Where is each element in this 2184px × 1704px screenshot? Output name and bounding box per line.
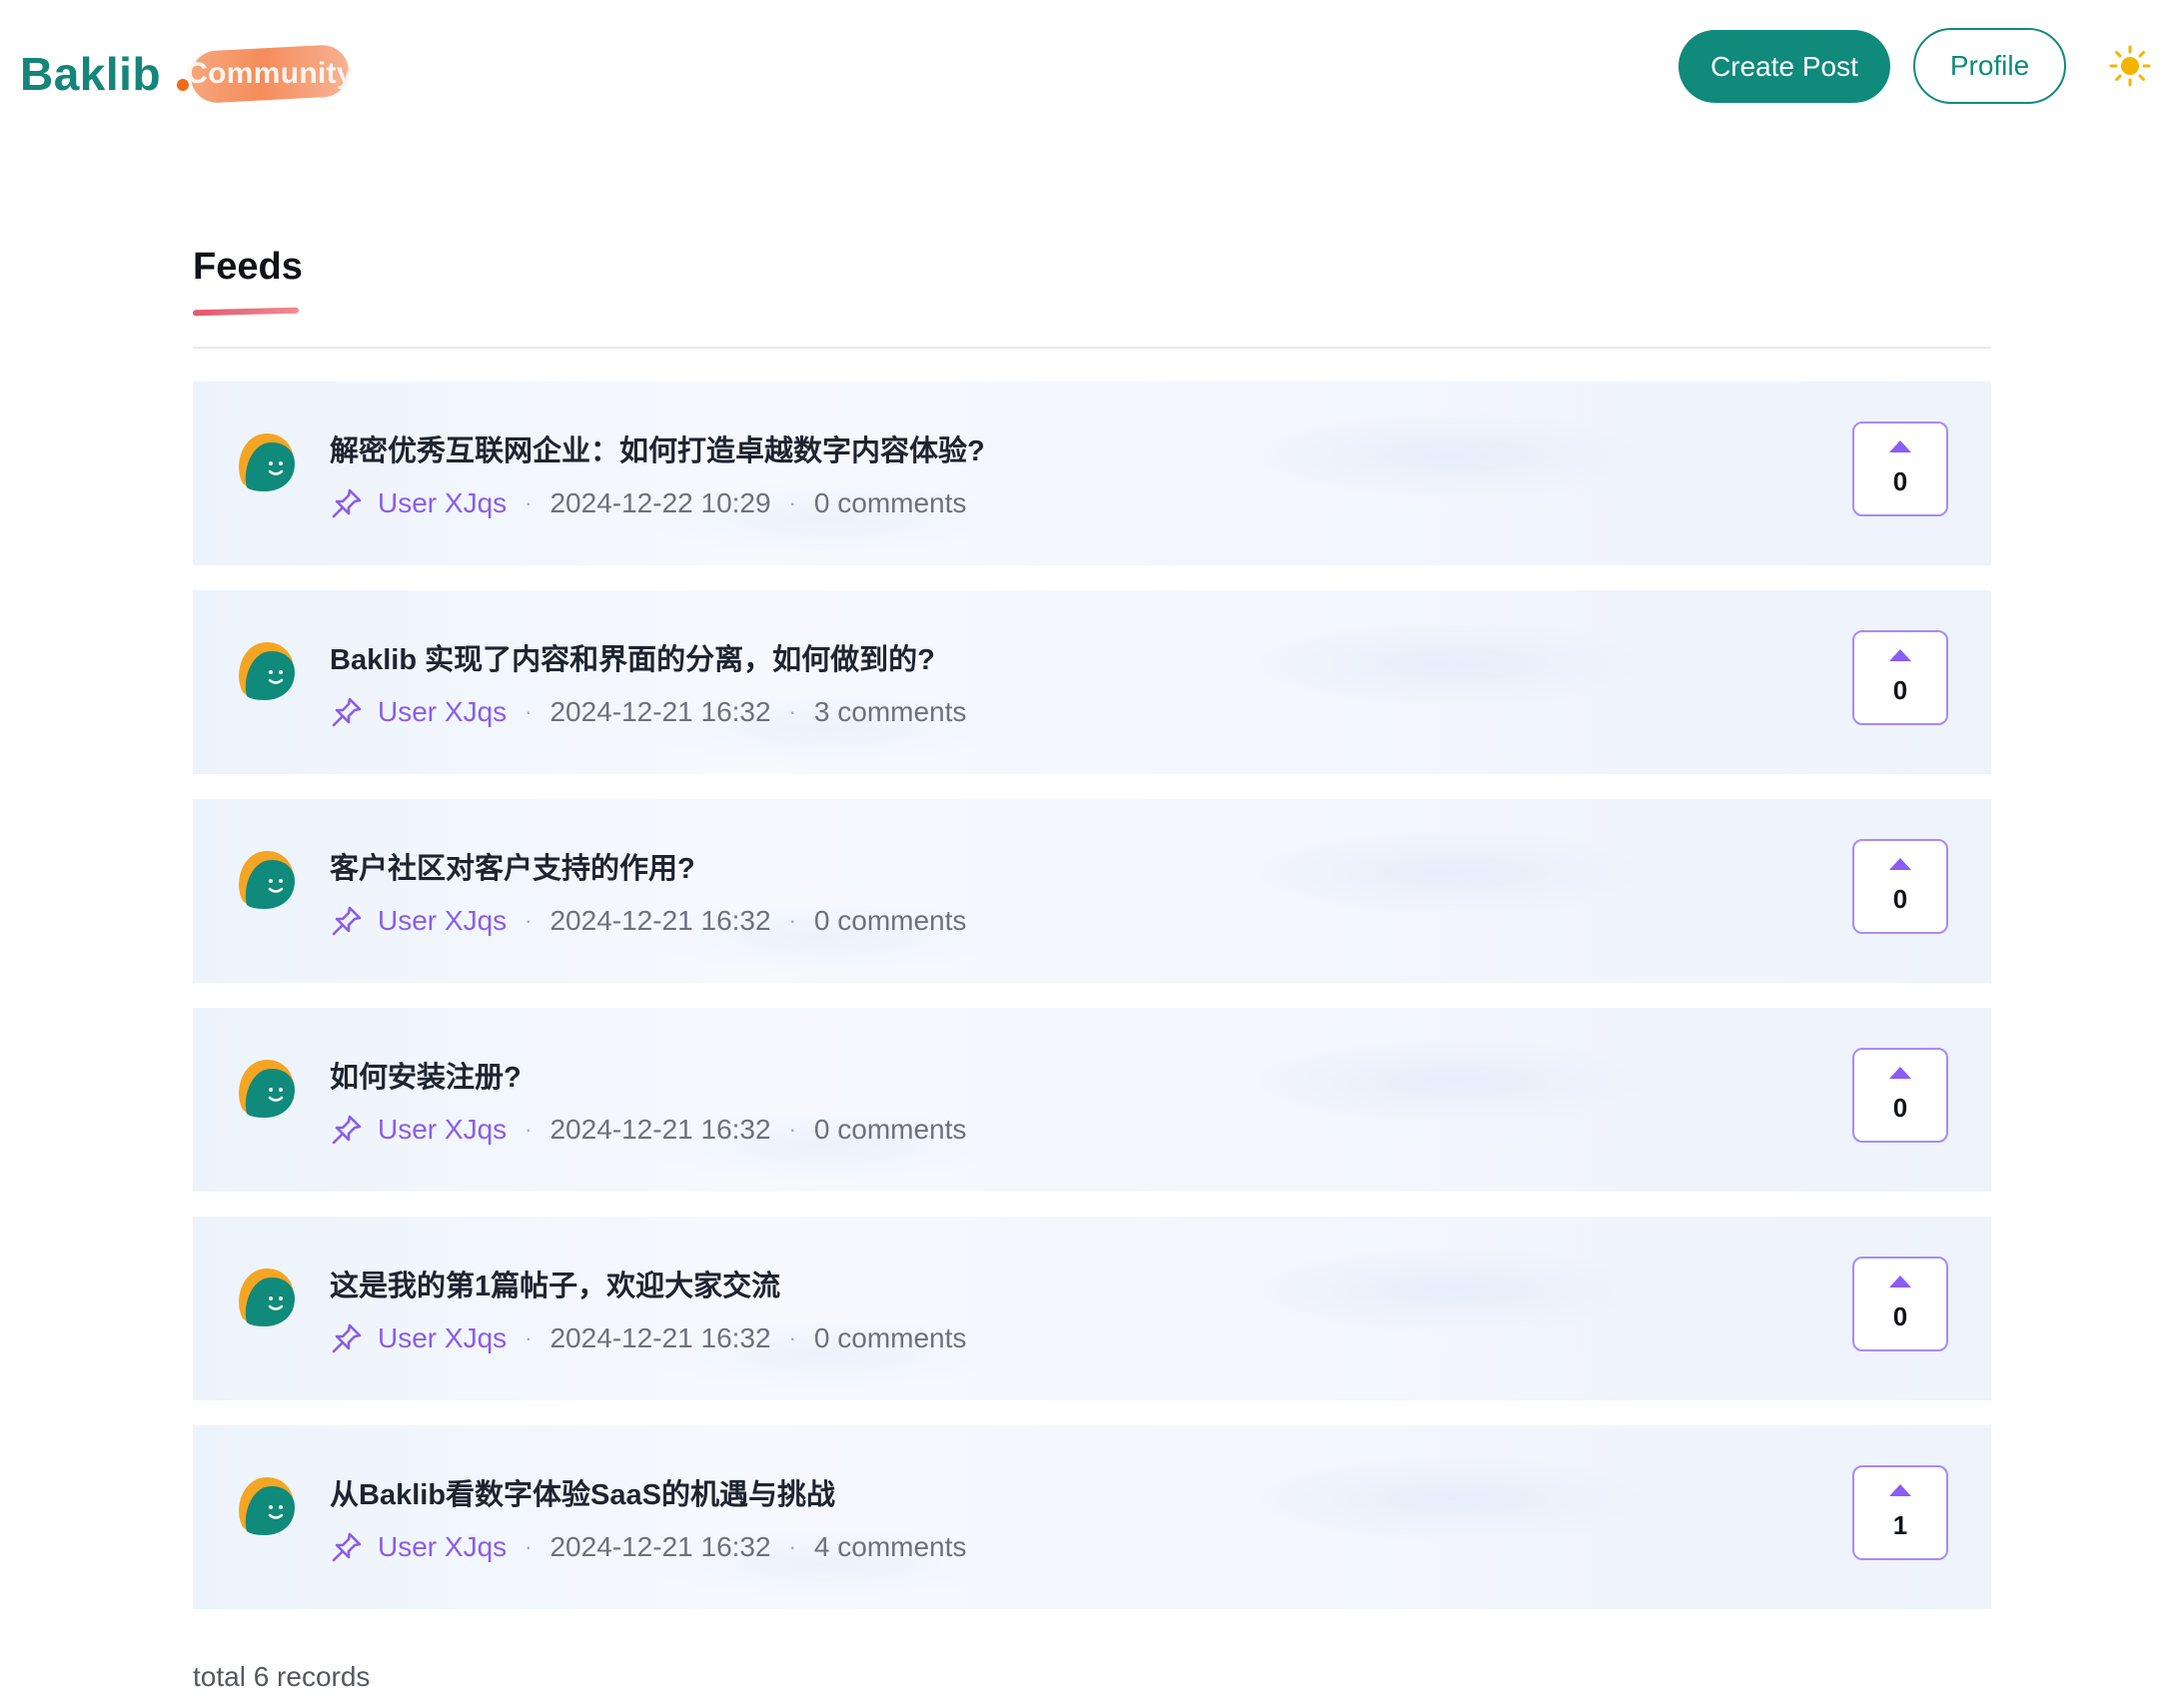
meta-separator: · <box>788 1534 796 1559</box>
create-post-button[interactable]: Create Post <box>1678 30 1890 103</box>
post-meta: User XJqs · 2024-12-21 16:32 · 0 comment… <box>330 1112 966 1148</box>
feed-item[interactable]: Baklib 实现了内容和界面的分离，如何做到的? User XJqs · 20… <box>193 590 1991 774</box>
meta-separator: · <box>788 490 796 515</box>
meta-separator: · <box>525 908 533 933</box>
tab-feeds[interactable]: Feeds <box>193 246 303 289</box>
post-comments[interactable]: 0 comments <box>814 1322 967 1354</box>
post-author[interactable]: User XJqs <box>378 1114 507 1146</box>
meta-separator: · <box>525 1325 533 1350</box>
feed-item[interactable]: 客户社区对客户支持的作用? User XJqs · 2024-12-21 16:… <box>193 799 1991 983</box>
meta-separator: · <box>788 908 796 933</box>
profile-button[interactable]: Profile <box>1913 28 2066 104</box>
post-author[interactable]: User XJqs <box>378 696 507 728</box>
avatar-icon[interactable] <box>233 638 297 702</box>
pin-icon <box>332 1532 362 1562</box>
total-records: total 6 records <box>193 1661 371 1692</box>
post-author[interactable]: User XJqs <box>378 487 507 519</box>
feed-item[interactable]: 解密优秀互联网企业：如何打造卓越数字内容体验? User XJqs · 2024… <box>193 382 1991 565</box>
post-title[interactable]: 这是我的第1篇帖子，欢迎大家交流 <box>330 1263 780 1304</box>
meta-separator: · <box>525 1534 533 1559</box>
upvote-arrow-icon <box>1889 440 1911 452</box>
post-comments[interactable]: 4 comments <box>814 1531 967 1563</box>
meta-separator: · <box>525 490 533 515</box>
logo-badge: Community <box>186 43 354 105</box>
pin-icon <box>332 1115 362 1145</box>
sun-icon[interactable] <box>2108 44 2152 88</box>
post-meta: User XJqs · 2024-12-21 16:32 · 0 comment… <box>330 903 966 939</box>
logo-text: Baklib <box>20 48 162 100</box>
avatar-icon[interactable] <box>233 1265 297 1328</box>
post-comments[interactable]: 0 comments <box>814 487 967 519</box>
upvote-arrow-icon <box>1889 649 1911 661</box>
avatar-icon[interactable] <box>233 1473 297 1537</box>
post-meta: User XJqs · 2024-12-21 16:32 · 3 comment… <box>330 694 966 730</box>
post-author[interactable]: User XJqs <box>378 905 507 937</box>
upvote-button[interactable]: 0 <box>1852 1048 1948 1143</box>
feed-tabs: Feeds <box>192 246 1991 349</box>
feed-item[interactable]: 如何安装注册? User XJqs · 2024-12-21 16:32 · 0… <box>193 1008 1991 1192</box>
pin-icon <box>332 697 362 727</box>
avatar-icon[interactable] <box>233 847 297 911</box>
post-comments[interactable]: 3 comments <box>814 696 967 728</box>
meta-separator: · <box>788 1117 796 1142</box>
pin-icon <box>332 488 362 518</box>
upvote-button[interactable]: 1 <box>1852 1465 1948 1560</box>
vote-count: 0 <box>1892 466 1908 496</box>
upvote-arrow-icon <box>1889 1276 1911 1287</box>
vote-count: 0 <box>1892 675 1908 705</box>
upvote-arrow-icon <box>1889 858 1911 870</box>
upvote-button[interactable]: 0 <box>1852 630 1948 725</box>
vote-count: 0 <box>1892 884 1908 914</box>
upvote-button[interactable]: 0 <box>1852 422 1948 516</box>
post-meta: User XJqs · 2024-12-21 16:32 · 0 comment… <box>330 1320 966 1356</box>
upvote-button[interactable]: 0 <box>1852 1257 1948 1351</box>
post-date: 2024-12-21 16:32 <box>549 1531 771 1562</box>
vote-count: 0 <box>1892 1093 1908 1123</box>
feed-list: 解密优秀互联网企业：如何打造卓越数字内容体验? User XJqs · 2024… <box>193 382 1991 1634</box>
post-author[interactable]: User XJqs <box>378 1531 507 1563</box>
post-meta: User XJqs · 2024-12-22 10:29 · 0 comment… <box>330 485 966 521</box>
meta-separator: · <box>788 1325 796 1350</box>
post-title[interactable]: 客户社区对客户支持的作用? <box>330 845 695 887</box>
post-title[interactable]: 如何安装注册? <box>330 1054 522 1096</box>
post-date: 2024-12-21 16:32 <box>549 905 771 936</box>
post-comments[interactable]: 0 comments <box>814 905 967 937</box>
upvote-arrow-icon <box>1889 1484 1911 1496</box>
avatar-icon[interactable] <box>233 1056 297 1120</box>
logo-badge-text: Community <box>186 57 354 90</box>
pin-icon <box>332 906 362 936</box>
avatar-icon[interactable] <box>233 429 297 493</box>
tab-active-underline <box>192 307 300 317</box>
post-title[interactable]: 从Baklib看数字体验SaaS的机遇与挑战 <box>330 1471 835 1513</box>
top-header: Baklib Community Create Post Profile <box>0 0 2184 140</box>
upvote-button[interactable]: 0 <box>1852 839 1948 934</box>
vote-count: 0 <box>1892 1301 1908 1331</box>
post-title[interactable]: 解密优秀互联网企业：如何打造卓越数字内容体验? <box>330 427 985 469</box>
post-date: 2024-12-21 16:32 <box>549 696 771 727</box>
post-comments[interactable]: 0 comments <box>814 1114 967 1146</box>
post-date: 2024-12-21 16:32 <box>549 1322 771 1353</box>
post-author[interactable]: User XJqs <box>378 1322 507 1354</box>
feed-item[interactable]: 从Baklib看数字体验SaaS的机遇与挑战 User XJqs · 2024-… <box>193 1425 1991 1609</box>
post-date: 2024-12-22 10:29 <box>549 487 771 518</box>
post-date: 2024-12-21 16:32 <box>549 1114 771 1145</box>
vote-count: 1 <box>1892 1510 1908 1540</box>
post-title[interactable]: Baklib 实现了内容和界面的分离，如何做到的? <box>330 636 935 678</box>
meta-separator: · <box>525 699 533 724</box>
post-meta: User XJqs · 2024-12-21 16:32 · 4 comment… <box>330 1529 966 1565</box>
upvote-arrow-icon <box>1889 1067 1911 1079</box>
meta-separator: · <box>525 1117 533 1142</box>
meta-separator: · <box>788 699 796 724</box>
feed-item[interactable]: 这是我的第1篇帖子，欢迎大家交流 User XJqs · 2024-12-21 … <box>193 1217 1991 1400</box>
pin-icon <box>332 1323 362 1353</box>
site-logo[interactable]: Baklib Community <box>20 43 354 105</box>
